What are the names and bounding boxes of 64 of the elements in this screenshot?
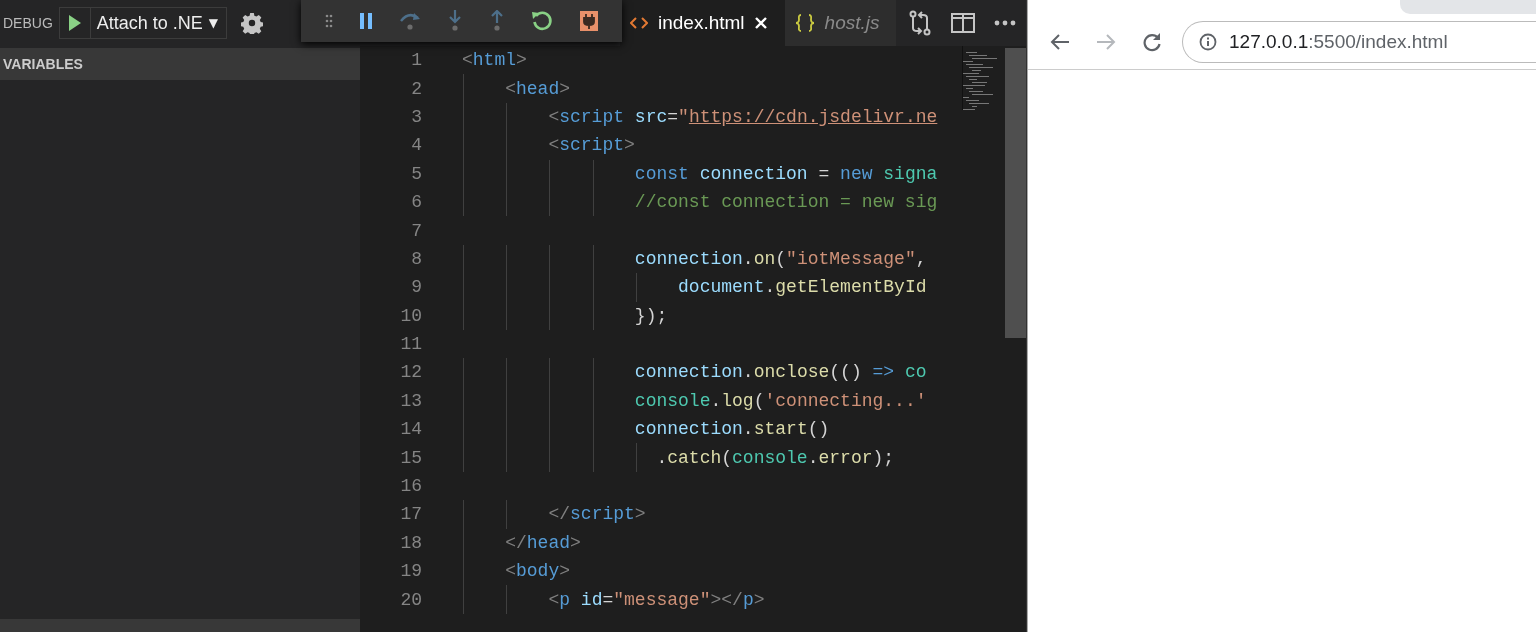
line-number: 14 — [399, 419, 422, 440]
back-arrow-icon[interactable] — [1050, 32, 1070, 51]
reload-icon[interactable] — [1142, 31, 1162, 52]
line-number: 2 — [410, 78, 422, 99]
launch-config-label: Attach to .NE — [95, 12, 203, 34]
code-line: <script src="https://cdn.jsdelivr.ne — [547, 106, 938, 127]
step-out-icon[interactable] — [489, 10, 504, 32]
line-number: 18 — [399, 532, 422, 553]
compare-changes-icon[interactable] — [909, 10, 932, 36]
code-line: document.getElementById — [677, 277, 927, 298]
line-number: 12 — [399, 362, 422, 383]
line-number: 20 — [399, 589, 422, 610]
line-number: 1 — [410, 50, 422, 71]
close-icon[interactable] — [754, 17, 767, 29]
plug-icon[interactable] — [580, 11, 599, 31]
line-number: 7 — [410, 220, 422, 241]
drag-handle-icon[interactable] — [324, 14, 333, 28]
code-line: console.log('connecting...' — [633, 390, 927, 411]
code-line: <p id="message"></p> — [547, 589, 765, 610]
line-number: 16 — [399, 476, 422, 497]
editor-tab[interactable]: host.js — [784, 0, 896, 46]
line-number: 13 — [399, 390, 422, 411]
line-number: 4 — [410, 135, 422, 156]
line-number: 6 — [410, 192, 422, 213]
line-number: 3 — [410, 106, 422, 127]
code-line: <head> — [504, 78, 571, 99]
restart-icon[interactable] — [531, 10, 554, 32]
code-line: const connection = new signa — [633, 163, 938, 184]
line-number: 10 — [399, 305, 422, 326]
url-text: 127.0.0.1:5500/index.html — [1229, 30, 1448, 53]
scrollbar-thumb[interactable] — [1005, 48, 1026, 338]
info-icon — [1199, 32, 1217, 51]
caret-icon: ▼ — [202, 16, 227, 30]
code-line: .catch(console.error); — [655, 447, 895, 468]
line-number: 11 — [399, 334, 422, 355]
code-line: //const connection = new sig — [633, 192, 938, 213]
code-line: connection.start() — [633, 419, 830, 440]
line-number: 8 — [410, 248, 422, 269]
curly-braces-icon — [794, 14, 815, 32]
line-number: 15 — [399, 447, 422, 468]
split-editor-icon[interactable] — [950, 13, 975, 33]
settings-icon[interactable] — [241, 12, 264, 34]
code-line: <body> — [504, 561, 571, 582]
section-header[interactable]: VARIABLES — [0, 48, 360, 80]
step-over-icon[interactable] — [399, 11, 422, 31]
code-line: </script> — [547, 504, 646, 525]
editor-tab[interactable]: index.html — [620, 0, 785, 46]
line-number: 17 — [399, 504, 422, 525]
launch-config-dropdown[interactable]: Attach to .NE ▼ — [58, 7, 228, 39]
code-line: <html> — [462, 50, 527, 71]
code-brackets-icon — [630, 16, 648, 30]
code-line: connection.on("iotMessage", — [633, 248, 927, 269]
code-line: </head> — [504, 532, 581, 553]
debug-label: DEBUG — [3, 15, 53, 31]
pause-icon[interactable] — [359, 13, 372, 29]
code-line: <script> — [547, 135, 635, 156]
line-number: 5 — [410, 163, 422, 184]
play-icon[interactable] — [67, 14, 82, 32]
more-icon[interactable] — [994, 20, 1017, 26]
step-into-icon[interactable] — [448, 10, 463, 32]
line-number: 9 — [410, 277, 422, 298]
code-line: connection.onclose(() => co — [633, 362, 927, 383]
line-number: 19 — [399, 561, 422, 582]
code-line: }); — [633, 305, 668, 326]
